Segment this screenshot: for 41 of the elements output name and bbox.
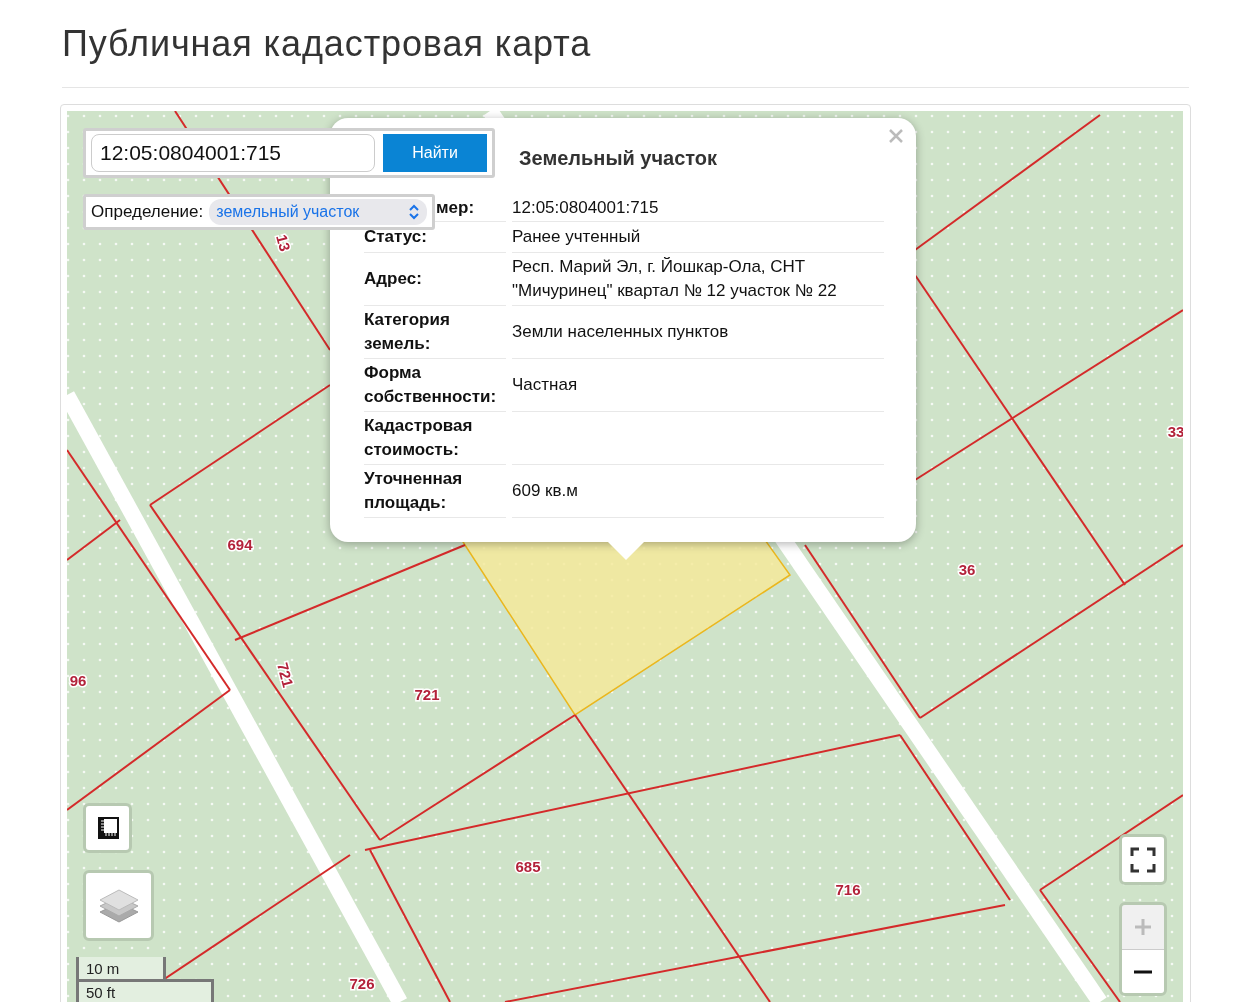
parcel-number: 685	[515, 858, 541, 875]
chevron-updown-icon	[408, 204, 420, 220]
parcel-number: 33	[1167, 423, 1183, 440]
definition-dropdown[interactable]: земельный участок	[209, 199, 427, 225]
layers-button[interactable]	[83, 870, 154, 941]
fullscreen-button[interactable]	[1119, 834, 1167, 885]
field-value: Частная	[512, 374, 578, 396]
zoom-out-button[interactable]	[1122, 950, 1164, 993]
field-label: Уточненная площадь:	[364, 468, 464, 514]
fullscreen-icon	[1130, 846, 1156, 873]
minus-icon	[1134, 969, 1152, 974]
definition-label: Определение:	[91, 201, 204, 224]
measure-button[interactable]	[83, 803, 132, 853]
parcel-number: 716	[835, 881, 861, 898]
field-value: 609 кв.м	[512, 480, 578, 502]
scale-bar-imperial: 50 ft	[76, 979, 214, 1002]
scale-bar-metric: 10 m	[76, 957, 166, 981]
search-field[interactable]: 12:05:0804001:715	[91, 134, 375, 172]
parcel-number: 694	[227, 536, 253, 553]
popup-title: Земельный участок	[519, 146, 718, 171]
close-icon	[888, 128, 904, 144]
field-label: Статус:	[364, 226, 427, 248]
field-label: Адрес:	[364, 268, 422, 290]
parcel-number: 726	[349, 975, 375, 992]
ruler-icon	[95, 816, 120, 840]
search-button[interactable]: Найти	[383, 134, 487, 172]
page-title: Публичная кадастровая карта	[62, 22, 593, 66]
field-value: Респ. Марий Эл, г. Йошкар-Ола, СНТ "Мичуринец" квартал № 12 участок № 22	[512, 256, 838, 302]
field-label: Форма собственности:	[364, 362, 498, 408]
parcel-number: 13	[273, 232, 294, 254]
parcel-number: 721	[274, 660, 297, 690]
parcel-number: 96	[69, 672, 87, 689]
field-label: Кадастровая стоимость:	[364, 415, 474, 461]
plus-icon	[1134, 918, 1152, 936]
field-value: 12:05:0804001:715	[512, 196, 659, 219]
field-label: мер:	[436, 196, 475, 219]
field-value: Земли населенных пунктов	[512, 321, 729, 343]
field-value: Ранее учтенный	[512, 226, 641, 248]
parcel-number: 36	[958, 561, 976, 578]
parcel-number: 721	[414, 686, 440, 703]
field-label: Категория земель:	[364, 309, 451, 355]
